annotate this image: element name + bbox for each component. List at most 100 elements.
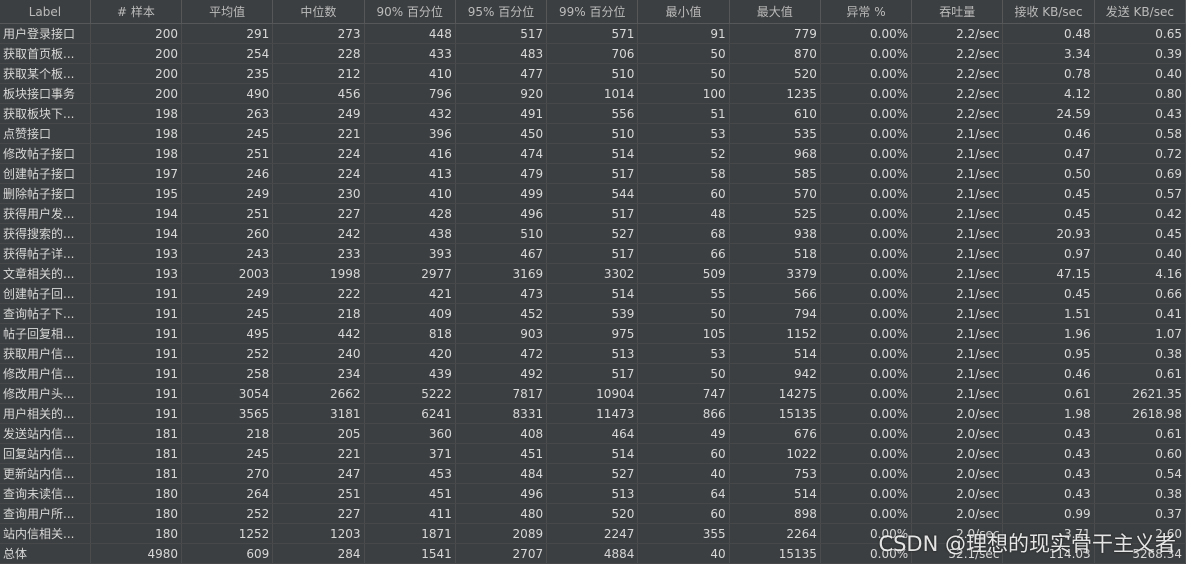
- cell-throughput: 2.2/sec: [911, 103, 1004, 124]
- column-header-sent-kb[interactable]: 发送 KB/sec: [1094, 0, 1186, 24]
- cell-p99: 517: [546, 243, 639, 264]
- summary-report-table: Label # 样本 平均值 中位数 90% 百分位 95% 百分位 99% 百…: [0, 0, 1186, 564]
- cell-p90: 371: [364, 443, 456, 464]
- column-header-median[interactable]: 中位数: [272, 0, 365, 24]
- cell-p99: 975: [546, 323, 639, 344]
- table-row[interactable]: 获得帖子详... 193 243 233 393 467 517 66 518 0.00% 2.1/…: [0, 243, 1186, 264]
- column-header-label[interactable]: Label: [0, 0, 91, 24]
- cell-median: 230: [272, 183, 365, 204]
- column-header-99-percentile[interactable]: 99% 百分位: [546, 0, 639, 24]
- cell-label: 获得用户发...: [0, 203, 91, 224]
- cell-p95: 472: [455, 343, 548, 364]
- cell-average: 245: [181, 303, 274, 324]
- cell-average: 254: [181, 43, 274, 64]
- cell-average: 270: [181, 463, 274, 484]
- cell-p90: 420: [364, 343, 456, 364]
- cell-error-percent: 0.00%: [820, 423, 913, 444]
- table-row[interactable]: 修改帖子接口 198 251 224 416 474 514 52 968 0.00% 2.1/se…: [0, 143, 1186, 164]
- table-row[interactable]: 用户相关的... 191 3565 3181 6241 8331 11473 866 15135…: [0, 403, 1186, 424]
- column-header-error-percent[interactable]: 异常 %: [820, 0, 913, 24]
- cell-received-kb: 47.15: [1002, 263, 1095, 284]
- cell-p95: 491: [455, 103, 548, 124]
- cell-error-percent: 0.00%: [820, 523, 913, 544]
- cell-samples: 191: [90, 403, 183, 424]
- table-row[interactable]: 查询帖子下... 191 245 218 409 452 539 50 794 0.00% 2.1/…: [0, 303, 1186, 324]
- cell-p99: 513: [546, 483, 639, 504]
- cell-min: 68: [637, 223, 730, 244]
- table-row[interactable]: 更新站内信... 181 270 247 453 484 527 40 753 0.00% 2.0/…: [0, 463, 1186, 484]
- cell-average: 260: [181, 223, 274, 244]
- column-header-95-percentile[interactable]: 95% 百分位: [455, 0, 548, 24]
- cell-median: 284: [272, 543, 365, 564]
- column-header-min[interactable]: 最小值: [637, 0, 730, 24]
- table-row[interactable]: 帖子回复相... 191 495 442 818 903 975 105 1152 0.00% 2.…: [0, 323, 1186, 344]
- column-header-received-kb[interactable]: 接收 KB/sec: [1002, 0, 1095, 24]
- cell-throughput: 2.1/sec: [911, 143, 1004, 164]
- table-row[interactable]: 获取某个板... 200 235 212 410 477 510 50 520 0.00% 2.2/…: [0, 63, 1186, 84]
- table-row[interactable]: 获取首页板... 200 254 228 433 483 706 50 870 0.00% 2.2/…: [0, 43, 1186, 64]
- cell-samples: 198: [90, 143, 183, 164]
- cell-max: 585: [729, 163, 821, 184]
- cell-received-kb: 1.98: [1002, 403, 1095, 424]
- cell-label: 发送站内信...: [0, 423, 91, 444]
- cell-median: 224: [272, 163, 365, 184]
- table-row[interactable]: 删除帖子接口 195 249 230 410 499 544 60 570 0.00% 2.1/se…: [0, 183, 1186, 204]
- table-row[interactable]: 板块接口事务 200 490 456 796 920 1014 100 1235 0.00% 2.2…: [0, 83, 1186, 104]
- table-row[interactable]: 查询未读信... 180 264 251 451 496 513 64 514 0.00% 2.0/…: [0, 483, 1186, 504]
- cell-error-percent: 0.00%: [820, 243, 913, 264]
- cell-throughput: 2.2/sec: [911, 83, 1004, 104]
- cell-error-percent: 0.00%: [820, 403, 913, 424]
- cell-error-percent: 0.00%: [820, 43, 913, 64]
- table-row[interactable]: 获取板块下... 198 263 249 432 491 556 51 610 0.00% 2.2/…: [0, 103, 1186, 124]
- cell-average: 245: [181, 123, 274, 144]
- table-row[interactable]: 回复站内信... 181 245 221 371 451 514 60 1022 0.00% 2.0…: [0, 443, 1186, 464]
- cell-received-kb: 0.46: [1002, 123, 1095, 144]
- cell-received-kb: 0.45: [1002, 283, 1095, 304]
- cell-p95: 477: [455, 63, 548, 84]
- table-row[interactable]: 查询用户所... 180 252 227 411 480 520 60 898 0.00% 2.0/…: [0, 503, 1186, 524]
- cell-samples: 198: [90, 123, 183, 144]
- cell-median: 442: [272, 323, 365, 344]
- cell-max: 535: [729, 123, 821, 144]
- cell-error-percent: 0.00%: [820, 303, 913, 324]
- table-row[interactable]: 获得搜索的... 194 260 242 438 510 527 68 938 0.00% 2.1/…: [0, 223, 1186, 244]
- table-row[interactable]: 用户登录接口 200 291 273 448 517 571 91 779 0.00% 2.2/se…: [0, 23, 1186, 44]
- cell-samples: 181: [90, 423, 183, 444]
- cell-min: 50: [637, 363, 730, 384]
- cell-p90: 448: [364, 23, 456, 44]
- cell-max: 14275: [729, 383, 821, 404]
- cell-p90: 1871: [364, 523, 456, 544]
- cell-min: 40: [637, 543, 730, 564]
- table-row[interactable]: 发送站内信... 181 218 205 360 408 464 49 676 0.00% 2.0/…: [0, 423, 1186, 444]
- cell-label: 帖子回复相...: [0, 323, 91, 344]
- column-header-max[interactable]: 最大值: [729, 0, 821, 24]
- cell-error-percent: 0.00%: [820, 323, 913, 344]
- cell-min: 58: [637, 163, 730, 184]
- cell-received-kb: 4.12: [1002, 83, 1095, 104]
- table-row[interactable]: 文章相关的... 193 2003 1998 2977 3169 3302 509 3379 0.…: [0, 263, 1186, 284]
- cell-p99: 571: [546, 23, 639, 44]
- cell-p95: 7817: [455, 383, 548, 404]
- table-row[interactable]: 创建帖子回... 191 249 222 421 473 514 55 566 0.00% 2.1/…: [0, 283, 1186, 304]
- cell-median: 456: [272, 83, 365, 104]
- cell-median: 240: [272, 343, 365, 364]
- table-row[interactable]: 获取用户信... 191 252 240 420 472 513 53 514 0.00% 2.1/…: [0, 343, 1186, 364]
- table-row[interactable]: 创建帖子接口 197 246 224 413 479 517 58 585 0.00% 2.1/se…: [0, 163, 1186, 184]
- table-row[interactable]: 点赞接口 198 245 221 396 450 510 53 535 0.00% 2.1/sec 0…: [0, 123, 1186, 144]
- column-header-average[interactable]: 平均值: [181, 0, 274, 24]
- column-header-90-percentile[interactable]: 90% 百分位: [364, 0, 456, 24]
- cell-label: 查询未读信...: [0, 483, 91, 504]
- column-header-throughput[interactable]: 吞吐量: [911, 0, 1004, 24]
- cell-p99: 539: [546, 303, 639, 324]
- cell-samples: 200: [90, 23, 183, 44]
- table-row[interactable]: 站内信相关... 180 1252 1203 1871 2089 2247 355 2264 0.…: [0, 523, 1186, 544]
- table-row[interactable]: 获得用户发... 194 251 227 428 496 517 48 525 0.00% 2.1/…: [0, 203, 1186, 224]
- table-total-row[interactable]: 总体 4980 609 284 1541 2707 4884 40 15135 0.00% 52.1…: [0, 543, 1186, 564]
- table-row[interactable]: 修改用户信... 191 258 234 439 492 517 50 942 0.00% 2.1/…: [0, 363, 1186, 384]
- cell-average: 495: [181, 323, 274, 344]
- column-header-samples[interactable]: # 样本: [90, 0, 183, 24]
- table-row[interactable]: 修改用户头... 191 3054 2662 5222 7817 10904 747 14275…: [0, 383, 1186, 404]
- cell-sent-kb: 0.69: [1094, 163, 1186, 184]
- cell-min: 60: [637, 183, 730, 204]
- cell-median: 227: [272, 203, 365, 224]
